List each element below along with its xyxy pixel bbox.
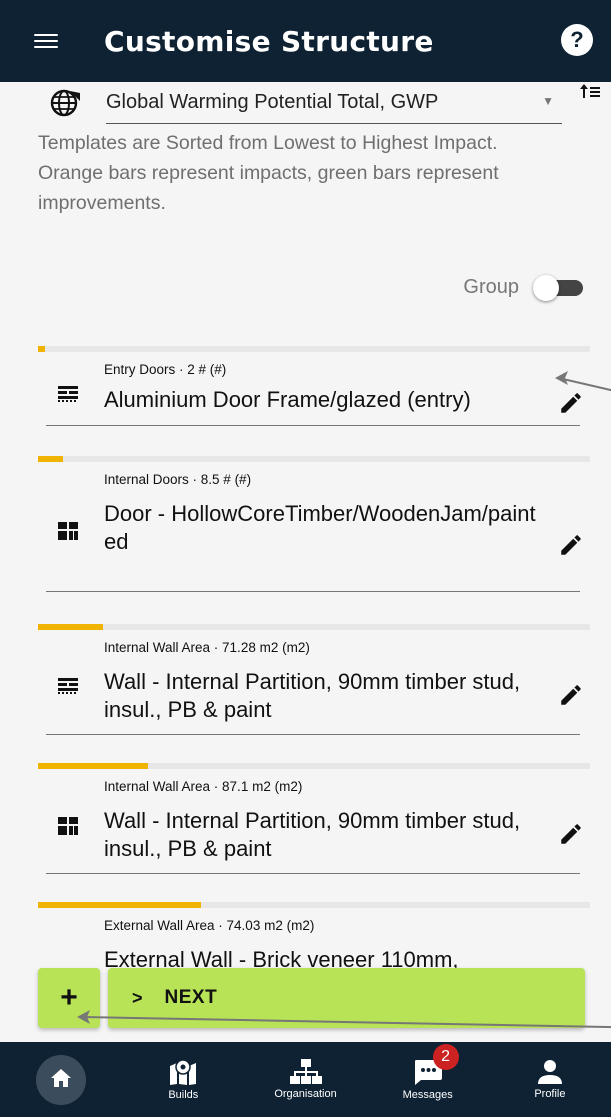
item-meta: Internal Wall Area · 87.1 m2 (m2) xyxy=(104,779,303,794)
structure-item[interactable]: Internal Wall Area · 71.28 m2 (m2) Wall … xyxy=(46,630,581,735)
metric-selected-value: Global Warming Potential Total, GWP xyxy=(106,91,439,113)
bottom-nav: Builds Organisation Messages 2 Profile xyxy=(0,1042,611,1117)
grid-block-icon xyxy=(58,817,78,835)
nav-builds-label: Builds xyxy=(168,1089,199,1101)
help-icon[interactable]: ? xyxy=(561,24,593,56)
item-meta: Entry Doors · 2 # (#) xyxy=(104,362,227,377)
list-item: Internal Doors · 8.5 # (#) Door - Hollow… xyxy=(38,456,590,592)
person-icon xyxy=(537,1060,562,1084)
item-name: Aluminium Door Frame/glazed (entry) xyxy=(104,387,471,412)
nav-builds[interactable]: Builds xyxy=(122,1042,244,1117)
group-label: Group xyxy=(463,275,519,298)
pencil-icon[interactable] xyxy=(558,682,584,708)
info-sort-note: Templates are Sorted from Lowest to High… xyxy=(38,132,498,154)
nav-home[interactable] xyxy=(0,1042,122,1117)
app-bar: Customise Structure ? xyxy=(0,0,611,82)
nav-profile[interactable]: Profile xyxy=(489,1042,611,1117)
arrowhead-icon xyxy=(555,371,568,385)
map-pin-icon xyxy=(170,1059,197,1085)
pencil-icon[interactable] xyxy=(558,390,584,416)
wall-pattern-icon xyxy=(58,386,78,402)
messages-badge: 2 xyxy=(432,1044,459,1070)
chevron-right-icon: > xyxy=(132,987,143,1008)
item-meta: External Wall Area · 74.03 m2 (m2) xyxy=(104,918,315,933)
wall-pattern-icon xyxy=(58,678,78,694)
structure-item[interactable]: Internal Wall Area · 87.1 m2 (m2) Wall -… xyxy=(46,769,581,874)
main-content: Global Warming Potential Total, GWP ▼ Te… xyxy=(0,82,611,1042)
next-label: NEXT xyxy=(164,987,218,1008)
org-chart-icon xyxy=(289,1059,322,1084)
info-bar-legend-note: Orange bars represent impacts, green bar… xyxy=(38,162,499,214)
list-item: Internal Wall Area · 71.28 m2 (m2) Wall … xyxy=(38,624,590,735)
toggle-thumb xyxy=(533,275,559,301)
item-name: Door - HollowCoreTimber/WoodenJam/painte… xyxy=(104,501,536,554)
structure-item[interactable]: Entry Doors · 2 # (#) Aluminium Door Fra… xyxy=(46,352,581,426)
globe-icon xyxy=(50,89,80,117)
nav-messages-label: Messages xyxy=(402,1089,453,1101)
pencil-icon[interactable] xyxy=(558,532,584,558)
home-icon xyxy=(36,1054,87,1105)
item-name: Wall - Internal Partition, 90mm timber s… xyxy=(104,808,521,861)
nav-organisation[interactable]: Organisation xyxy=(244,1042,366,1117)
sort-ascending-icon[interactable] xyxy=(579,82,601,107)
metric-select[interactable]: Global Warming Potential Total, GWP ▼ xyxy=(106,82,562,124)
metric-row: Global Warming Potential Total, GWP ▼ xyxy=(48,82,562,124)
item-meta: Internal Wall Area · 71.28 m2 (m2) xyxy=(104,640,310,655)
list-item: Entry Doors · 2 # (#) Aluminium Door Fra… xyxy=(38,346,590,426)
grid-block-icon xyxy=(58,522,78,540)
item-meta: Internal Doors · 8.5 # (#) xyxy=(104,472,252,487)
menu-icon[interactable] xyxy=(34,34,58,48)
nav-profile-label: Profile xyxy=(534,1088,566,1100)
page-title: Customise Structure xyxy=(104,24,434,58)
info-text: Templates are Sorted from Lowest to High… xyxy=(38,128,558,218)
arrowhead-icon xyxy=(77,1010,90,1024)
pencil-icon[interactable] xyxy=(558,821,584,847)
nav-messages[interactable]: Messages 2 xyxy=(367,1042,489,1117)
item-name: Wall - Internal Partition, 90mm timber s… xyxy=(104,669,521,722)
chevron-down-icon: ▼ xyxy=(542,94,554,108)
nav-organisation-label: Organisation xyxy=(274,1088,337,1100)
group-row: Group xyxy=(463,274,587,301)
group-toggle[interactable] xyxy=(533,274,587,301)
list-item: Internal Wall Area · 87.1 m2 (m2) Wall -… xyxy=(38,763,590,874)
structure-item[interactable]: Internal Doors · 8.5 # (#) Door - Hollow… xyxy=(46,462,581,592)
impact-bar xyxy=(38,346,46,352)
